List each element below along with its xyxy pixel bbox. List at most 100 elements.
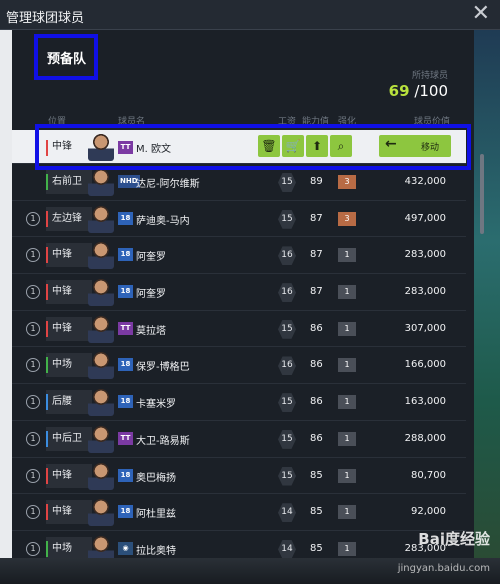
player-position: 中场 — [46, 353, 92, 378]
player-value: 497,000 — [404, 212, 446, 224]
position-color-bar — [46, 504, 48, 521]
close-icon[interactable]: ✕ — [472, 3, 490, 25]
player-avatar — [88, 278, 114, 307]
player-avatar — [88, 314, 114, 343]
season-badge: 18 — [118, 285, 133, 299]
left-background-strip — [0, 30, 12, 560]
player-name: 阿杜里兹 — [136, 509, 176, 521]
player-avatar — [88, 424, 114, 453]
salary-value: 14 — [278, 503, 296, 523]
section-title: 预备队 — [47, 52, 87, 67]
column-header-name: 球员名 — [118, 117, 146, 127]
strength-badge: 1 — [338, 321, 356, 336]
player-name: 大卫-路易斯 — [136, 435, 190, 447]
player-position: 中锋 — [46, 280, 92, 305]
player-position: 中锋 — [46, 463, 92, 488]
season-badge: 18 — [118, 248, 133, 262]
player-count-badge: 1 — [26, 285, 40, 300]
player-row[interactable]: 右前卫 NHD 达尼-阿尔维斯 15 89 3 432,000 — [12, 164, 466, 201]
cart-icon[interactable]: 🛒 — [282, 135, 304, 157]
salary-value: 15 — [278, 466, 296, 486]
position-color-bar — [46, 284, 48, 301]
player-name: 莫拉塔 — [136, 325, 166, 337]
up-arrow-icon[interactable]: ⬆ — [306, 135, 328, 157]
player-name: 拉比奥特 — [136, 545, 176, 557]
position-color-bar — [46, 210, 48, 227]
strength-badge: 3 — [338, 175, 356, 189]
salary-value: 16 — [278, 356, 296, 376]
player-count-badge: 1 — [26, 248, 40, 263]
trash-icon[interactable]: 🗑 — [258, 135, 280, 157]
watermark-logo: Bai度经验 — [418, 530, 490, 548]
strength-badge: 1 — [338, 505, 356, 520]
player-row-selected[interactable]: 中锋 TT M. 欧文 🗑 🛒 ⬆ ⌕ ← 移动 — [12, 130, 466, 164]
column-header-position: 位置 — [48, 117, 67, 127]
player-value: 288,000 — [404, 432, 446, 444]
player-list: 中锋 TT M. 欧文 🗑 🛒 ⬆ ⌕ ← 移动 右前卫 NHD 达尼-阿尔维斯… — [12, 130, 466, 568]
salary-value: 14 — [278, 539, 296, 559]
ability-value: 87 — [310, 249, 323, 261]
position-color-bar — [46, 247, 48, 264]
season-badge: 18 — [118, 505, 133, 519]
player-row[interactable]: 1 中后卫 TT 大卫-路易斯 15 86 1 288,000 — [12, 421, 466, 458]
player-position: 中锋 — [52, 141, 72, 152]
owned-current: 69 — [388, 82, 410, 100]
player-row[interactable]: 1 中锋 18 阿奎罗 16 87 1 283,000 — [12, 237, 466, 275]
player-count-badge: 1 — [26, 468, 40, 483]
strength-badge: 1 — [338, 431, 356, 446]
player-name: 奥巴梅扬 — [136, 472, 176, 484]
player-row[interactable]: 1 左边锋 18 萨迪奥-马内 15 87 3 497,000 — [12, 201, 466, 238]
player-avatar — [88, 461, 114, 490]
column-header-work: 工资 — [278, 117, 297, 127]
ability-value: 85 — [310, 542, 323, 554]
player-avatar — [88, 498, 114, 527]
list-scrollbar[interactable] — [480, 154, 484, 234]
player-name: 保罗-博格巴 — [136, 362, 190, 374]
player-row[interactable]: 1 中锋 18 阿奎罗 16 87 1 283,000 — [12, 274, 466, 311]
ability-value: 89 — [310, 176, 323, 187]
player-row[interactable]: 1 中锋 TT 莫拉塔 15 86 1 307,000 — [12, 311, 466, 348]
salary-value: 15 — [278, 173, 296, 192]
search-icon[interactable]: ⌕ — [330, 135, 352, 157]
strength-badge: 3 — [338, 211, 356, 226]
player-count-badge: 1 — [26, 431, 40, 446]
player-position: 中后卫 — [46, 426, 92, 451]
column-header-price: 球员价值 — [414, 117, 451, 127]
column-header-ability: 能力值 — [302, 117, 330, 127]
position-color-bar — [46, 174, 48, 190]
season-badge: 18 — [118, 211, 133, 225]
player-row[interactable]: 1 中锋 18 奥巴梅扬 15 85 1 80,700 — [12, 458, 466, 495]
player-value: 307,000 — [404, 322, 446, 334]
strength-badge: 1 — [338, 395, 356, 410]
player-name: 阿奎罗 — [136, 289, 166, 301]
season-badge: TT — [118, 431, 133, 445]
player-row[interactable]: 1 后腰 18 卡塞米罗 15 86 1 163,000 — [12, 384, 466, 421]
squad-panel: 预备队 所持球员 69 /100 位置 球员名 工资 能力值 强化 球员价值 中… — [12, 30, 484, 568]
move-button[interactable]: ← 移动 — [379, 135, 451, 157]
ability-value: 86 — [310, 432, 323, 444]
ability-value: 87 — [310, 212, 323, 224]
ability-value: 86 — [310, 322, 323, 334]
position-color-bar — [46, 467, 48, 484]
player-actions: 🗑 🛒 ⬆ ⌕ — [258, 135, 352, 157]
player-position: 中锋 — [46, 243, 92, 268]
season-badge: 18 — [118, 358, 133, 372]
salary-value: 16 — [278, 246, 296, 266]
season-badge: 18 — [118, 395, 133, 409]
season-badge: TT — [118, 141, 133, 154]
player-value: 80,700 — [411, 469, 446, 481]
player-avatar — [88, 168, 114, 196]
player-value: 166,000 — [404, 359, 446, 371]
owned-total: /100 — [414, 82, 448, 100]
player-row[interactable]: 1 中场 18 保罗-博格巴 16 86 1 166,000 — [12, 347, 466, 385]
owned-players-count: 69 /100 — [389, 82, 448, 100]
player-name: 达尼-阿尔维斯 — [136, 179, 200, 190]
ability-value: 86 — [310, 359, 323, 371]
move-button-label: 移动 — [421, 143, 440, 153]
player-avatar — [88, 133, 114, 161]
player-value: 432,000 — [404, 176, 446, 187]
player-name: 阿奎罗 — [136, 252, 166, 264]
player-row[interactable]: 1 中锋 18 阿杜里兹 14 85 1 92,000 — [12, 494, 466, 531]
player-position: 中锋 — [46, 500, 92, 525]
ability-value: 85 — [310, 469, 323, 481]
